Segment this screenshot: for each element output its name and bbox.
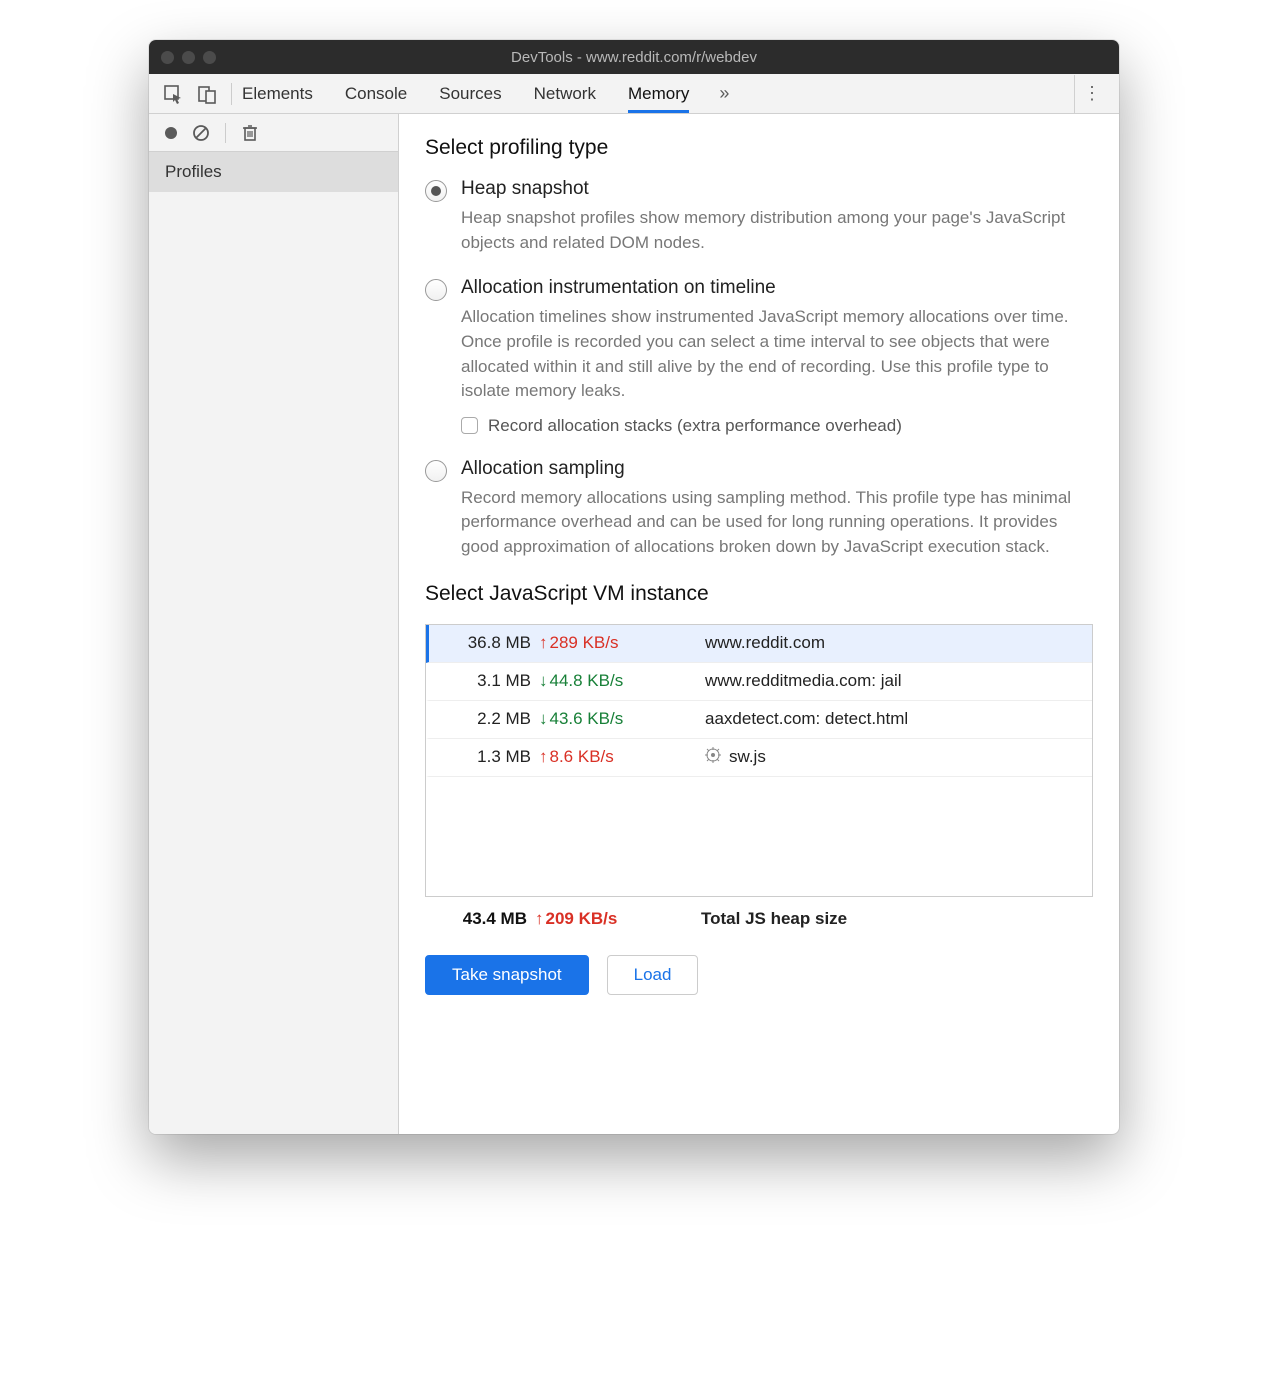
option-desc: Allocation timelines show instrumented J… [461,305,1093,404]
vm-rate: ↓44.8 KB/s [539,671,679,691]
option-title: Heap snapshot [461,178,1093,200]
radio-icon[interactable] [425,460,447,482]
body: Profiles Select profiling type Heap snap… [149,114,1119,1134]
sidebar-item-profiles[interactable]: Profiles [149,152,398,192]
tab-elements[interactable]: Elements [242,76,313,112]
sidebar: Profiles [149,114,399,1134]
checkbox-icon[interactable] [461,417,478,434]
vm-size: 36.8 MB [429,633,539,653]
checkbox-label: Record allocation stacks (extra performa… [488,416,902,436]
load-button[interactable]: Load [607,955,699,995]
arrow-up-icon: ↑ [539,747,548,767]
tab-console[interactable]: Console [345,76,407,112]
action-buttons: Take snapshot Load [425,955,1093,995]
radio-icon[interactable] [425,279,447,301]
clear-icon[interactable] [191,123,211,143]
divider [225,123,226,143]
arrow-down-icon: ↓ [539,671,548,691]
tabs: Elements Console Sources Network Memory [242,76,689,112]
vm-rate: ↑8.6 KB/s [539,747,679,767]
option-desc: Record memory allocations using sampling… [461,486,1093,560]
vm-rate: ↓43.6 KB/s [539,709,679,729]
service-worker-icon [705,747,721,768]
tab-sources[interactable]: Sources [439,76,501,112]
total-size: 43.4 MB [425,909,535,929]
arrow-up-icon: ↑ [535,909,544,929]
vm-size: 2.2 MB [429,709,539,729]
option-title: Allocation instrumentation on timeline [461,277,1093,299]
trash-icon[interactable] [240,123,260,143]
option-allocation-sampling[interactable]: Allocation sampling Record memory alloca… [425,458,1093,560]
option-heap-snapshot[interactable]: Heap snapshot Heap snapshot profiles sho… [425,178,1093,255]
tab-network[interactable]: Network [534,76,596,112]
device-toolbar-icon[interactable] [193,80,221,108]
option-title: Allocation sampling [461,458,1093,480]
vm-size: 3.1 MB [429,671,539,691]
vm-instance-row[interactable]: 3.1 MB↓44.8 KB/swww.redditmedia.com: jai… [426,663,1092,701]
vm-instance-table: 36.8 MB↑289 KB/swww.reddit.com3.1 MB↓44.… [425,624,1093,897]
arrow-down-icon: ↓ [539,709,548,729]
vm-rate: ↑289 KB/s [539,633,679,653]
settings-menu-icon[interactable]: ⋮ [1074,75,1109,113]
panel-tabs: Elements Console Sources Network Memory … [149,74,1119,114]
main-panel: Select profiling type Heap snapshot Heap… [399,114,1119,1134]
vm-table-empty-space [426,777,1092,897]
vm-instance-heading: Select JavaScript VM instance [425,582,1093,606]
profiling-type-heading: Select profiling type [425,136,1093,160]
vm-instance-row[interactable]: 36.8 MB↑289 KB/swww.reddit.com [426,625,1092,663]
vm-instance-row[interactable]: 2.2 MB↓43.6 KB/saaxdetect.com: detect.ht… [426,701,1092,739]
vm-instance-row[interactable]: 1.3 MB↑8.6 KB/ssw.js [426,739,1092,777]
titlebar: DevTools - www.reddit.com/r/webdev [149,40,1119,74]
window-title: DevTools - www.reddit.com/r/webdev [149,49,1119,66]
vm-name: aaxdetect.com: detect.html [679,709,908,729]
option-desc: Heap snapshot profiles show memory distr… [461,206,1093,255]
option-allocation-timeline[interactable]: Allocation instrumentation on timeline A… [425,277,1093,436]
sidebar-toolbar [149,114,398,152]
devtools-window: DevTools - www.reddit.com/r/webdev Eleme… [149,40,1119,1134]
vm-name: sw.js [679,747,766,768]
take-snapshot-button[interactable]: Take snapshot [425,955,589,995]
vm-name: www.redditmedia.com: jail [679,671,902,691]
vm-total-row: 43.4 MB ↑209 KB/s Total JS heap size [425,897,1093,941]
vm-name: www.reddit.com [679,633,825,653]
tab-memory[interactable]: Memory [628,76,689,113]
divider [231,83,232,105]
more-tabs-icon[interactable]: » [719,83,729,104]
total-rate: ↑209 KB/s [535,909,675,929]
arrow-up-icon: ↑ [539,633,548,653]
vm-size: 1.3 MB [429,747,539,767]
record-icon[interactable] [161,123,181,143]
inspect-element-icon[interactable] [159,80,187,108]
total-label: Total JS heap size [675,909,847,929]
record-stacks-checkbox-row: Record allocation stacks (extra performa… [461,416,1093,436]
radio-icon[interactable] [425,180,447,202]
